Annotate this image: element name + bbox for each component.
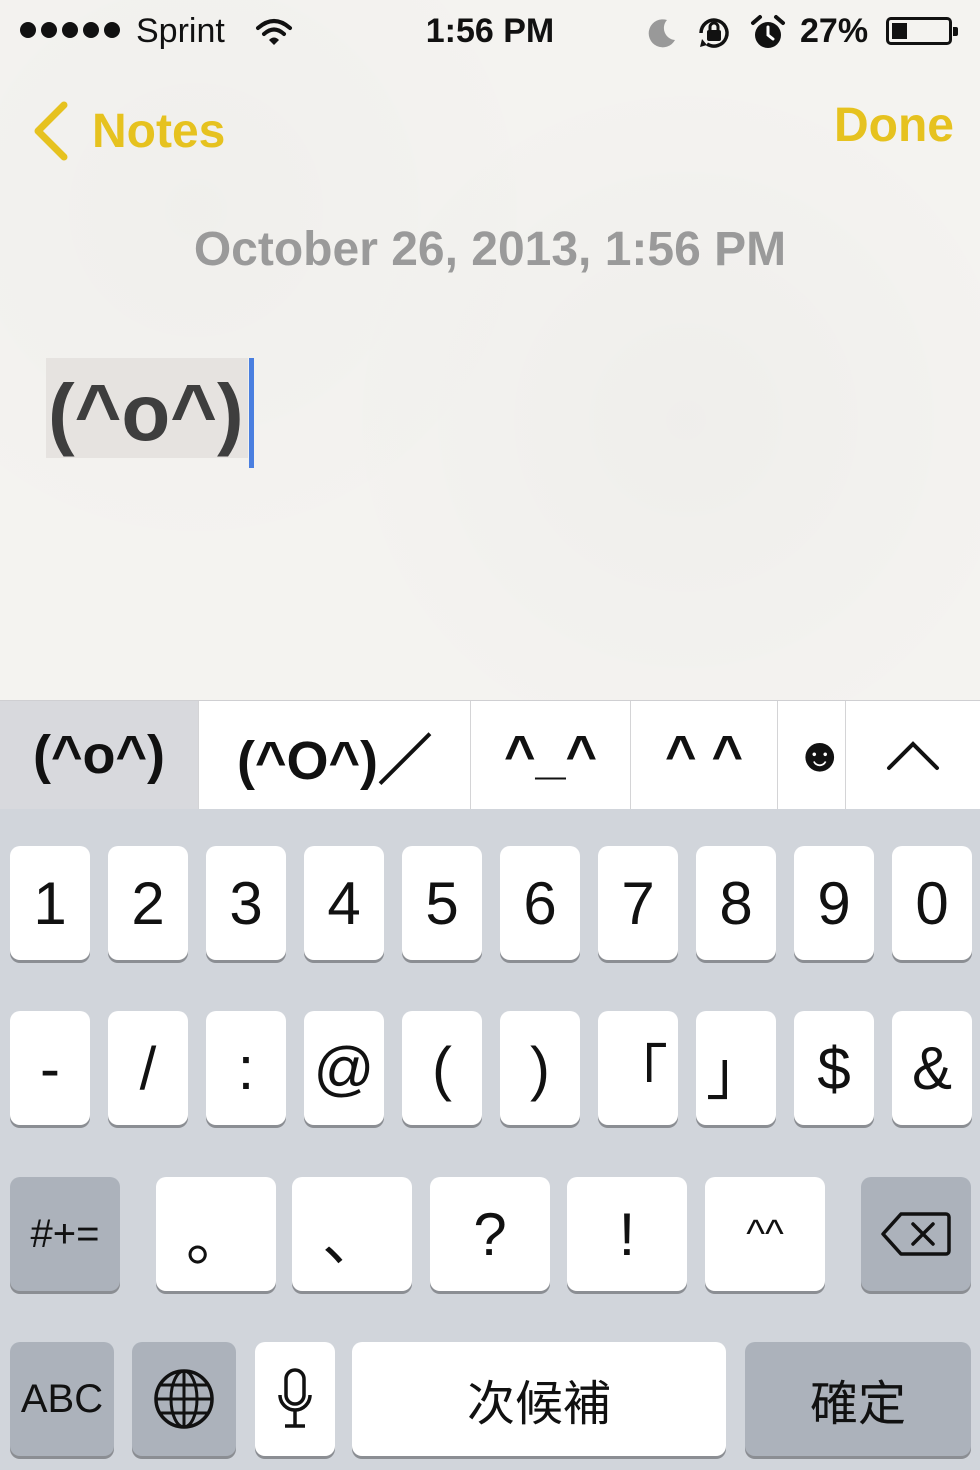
- text-cursor: [248, 358, 254, 468]
- note-date: October 26, 2013, 1:56 PM: [193, 223, 787, 276]
- microphone-icon: [278, 1368, 312, 1428]
- key-4[interactable]: 4: [304, 846, 384, 960]
- key-5[interactable]: 5: [402, 846, 482, 960]
- note-text-marked[interactable]: (^o^): [46, 358, 248, 458]
- candidate-item[interactable]: (^O^)／: [199, 701, 471, 809]
- key-0[interactable]: 0: [892, 846, 972, 960]
- note-text-area[interactable]: (^o^): [46, 358, 254, 468]
- rotation-lock-icon: [699, 18, 729, 48]
- confirm-key[interactable]: 確定: [745, 1342, 971, 1456]
- back-to-notes-button[interactable]: Notes: [30, 96, 225, 166]
- key-3[interactable]: 3: [206, 846, 286, 960]
- candidate-item[interactable]: ^ ^: [631, 701, 778, 809]
- key-hyphen[interactable]: -: [10, 1011, 90, 1125]
- delete-key[interactable]: [861, 1177, 971, 1291]
- key-8[interactable]: 8: [696, 846, 776, 960]
- key-colon[interactable]: :: [206, 1011, 286, 1125]
- candidate-item[interactable]: ^_^: [471, 701, 631, 809]
- key-at[interactable]: @: [304, 1011, 384, 1125]
- globe-key[interactable]: [132, 1342, 236, 1456]
- key-2[interactable]: 2: [108, 846, 188, 960]
- dictation-key[interactable]: [255, 1342, 335, 1456]
- key-open-paren[interactable]: (: [402, 1011, 482, 1125]
- moon-icon: [648, 19, 675, 48]
- candidate-item[interactable]: (^o^): [0, 701, 199, 809]
- key-exclamation[interactable]: !: [567, 1177, 687, 1291]
- key-ideographic-comma[interactable]: 、: [292, 1177, 412, 1291]
- backspace-icon: [881, 1212, 951, 1256]
- key-ampersand[interactable]: &: [892, 1011, 972, 1125]
- battery-icon: [886, 17, 958, 45]
- chevron-left-icon: [34, 101, 68, 161]
- key-question[interactable]: ?: [430, 1177, 550, 1291]
- abc-keyboard-key[interactable]: ABC: [10, 1342, 114, 1456]
- keyboard: 1 2 3 4 5 6 7 8 9 0 - / : @ ( ) 「 」 $ & …: [0, 809, 980, 1470]
- back-button-label: Notes: [92, 104, 226, 158]
- key-dollar[interactable]: $: [794, 1011, 874, 1125]
- candidate-bar: (^o^) (^O^)／ ^_^ ^ ^ ☻: [0, 700, 980, 810]
- candidate-item[interactable]: ☻: [778, 701, 846, 809]
- expand-candidates-button[interactable]: [845, 701, 980, 809]
- chevron-up-icon: [887, 741, 939, 770]
- key-7[interactable]: 7: [598, 846, 678, 960]
- key-close-paren[interactable]: ): [500, 1011, 580, 1125]
- globe-icon: [154, 1369, 214, 1429]
- key-smiley-kaomoji[interactable]: ^^: [705, 1177, 825, 1291]
- alarm-icon: [751, 15, 785, 48]
- key-1[interactable]: 1: [10, 846, 90, 960]
- battery-percent: 27%: [800, 12, 869, 50]
- key-slash[interactable]: /: [108, 1011, 188, 1125]
- status-bar: Sprint 1:56 PM 27%: [0, 0, 980, 64]
- key-6[interactable]: 6: [500, 846, 580, 960]
- key-9[interactable]: 9: [794, 846, 874, 960]
- next-candidate-key[interactable]: 次候補: [352, 1342, 726, 1456]
- key-ideographic-full-stop[interactable]: 。: [156, 1177, 276, 1291]
- key-open-corner-bracket[interactable]: 「: [598, 1011, 678, 1125]
- key-close-corner-bracket[interactable]: 」: [696, 1011, 776, 1125]
- battery-fill: [892, 23, 907, 39]
- symbols-mode-key[interactable]: #+=: [10, 1177, 120, 1291]
- done-button[interactable]: Done: [834, 98, 954, 153]
